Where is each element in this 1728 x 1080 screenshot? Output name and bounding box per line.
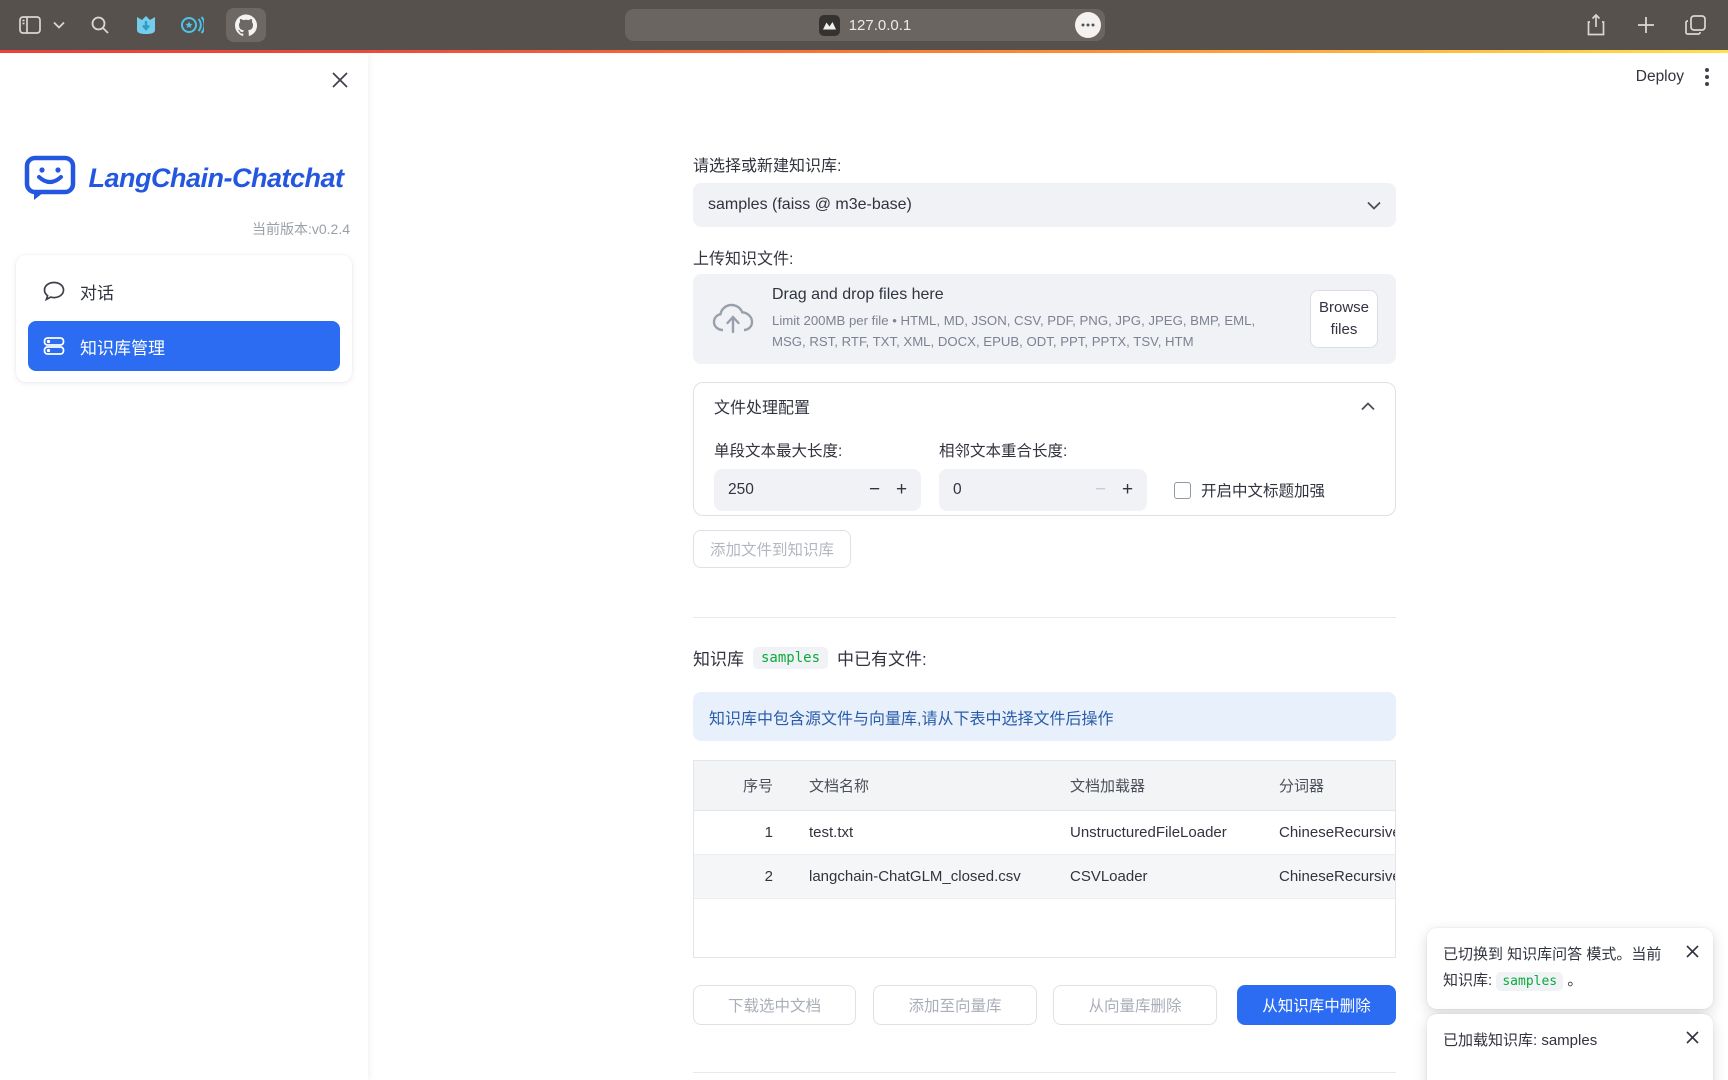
overlap-increment-button[interactable]: + [1114, 479, 1141, 501]
delete-from-kb-button[interactable]: 从知识库中删除 [1237, 985, 1396, 1025]
logo-chat-smiley-icon [24, 155, 76, 201]
toolbar-left-group [18, 0, 266, 50]
files-table: 序号 文档名称 文档加载器 分词器 1 test.txt Unstructure… [693, 760, 1396, 958]
select-chevron-down-icon [1367, 201, 1381, 210]
browse-files-button[interactable]: Browse files [1310, 290, 1378, 348]
cloud-upload-icon [711, 301, 755, 337]
bookmark-extension-icon[interactable] [134, 13, 158, 37]
sidebar-item-knowledge-base[interactable]: 知识库管理 [28, 321, 340, 371]
col-docname: 文档名称 [793, 775, 1054, 796]
chunk-size-decrement-button[interactable]: − [861, 479, 888, 501]
content-column: 请选择或新建知识库: samples (faiss @ m3e-base) 上传… [693, 53, 1396, 1073]
table-header: 序号 文档名称 文档加载器 分词器 [694, 761, 1395, 811]
github-icon[interactable] [226, 8, 266, 42]
checkbox-box[interactable] [1174, 482, 1191, 499]
app-version: 当前版本:v0.2.4 [252, 219, 350, 239]
col-index: 序号 [694, 775, 793, 796]
new-tab-icon[interactable] [1634, 13, 1658, 37]
chat-bubble-icon [43, 281, 65, 301]
dropzone-title: Drag and drop files here [772, 286, 1293, 304]
share-icon[interactable] [1584, 13, 1608, 37]
deploy-button[interactable]: Deploy [1636, 68, 1684, 86]
checkbox-label: 开启中文标题加强 [1201, 479, 1325, 501]
sidebar-menu: 对话 知识库管理 [16, 255, 352, 382]
add-to-vectorstore-button[interactable]: 添加至向量库 [873, 985, 1037, 1025]
table-row[interactable]: 1 test.txt UnstructuredFileLoader Chines… [694, 811, 1395, 855]
sidebar-toggle-icon[interactable] [18, 13, 42, 37]
file-dropzone[interactable]: Drag and drop files here Limit 200MB per… [693, 274, 1396, 364]
config-labels-row: 单段文本最大长度: 相邻文本重合长度: [714, 439, 1375, 461]
chunk-size-label: 单段文本最大长度: [714, 439, 939, 461]
upload-label: 上传知识文件: [693, 245, 1396, 269]
add-files-to-kb-button[interactable]: 添加文件到知识库 [693, 530, 851, 568]
dropzone-text: Drag and drop files here Limit 200MB per… [772, 286, 1293, 352]
sidebar-close-icon[interactable] [328, 68, 352, 92]
url-extensions-button[interactable] [1075, 12, 1101, 38]
overlap-decrement-button[interactable]: − [1087, 479, 1114, 501]
toast-kb-code: samples [1496, 972, 1563, 991]
toast-close-icon[interactable] [1684, 943, 1700, 959]
toolbar-right-group [1584, 0, 1708, 50]
overlap-value: 0 [953, 481, 962, 499]
kb-select-value: samples (faiss @ m3e-base) [708, 196, 1367, 214]
search-icon[interactable] [88, 13, 112, 37]
info-banner: 知识库中包含源文件与向量库,请从下表中选择文件后操作 [693, 692, 1396, 741]
chunk-size-input[interactable]: 250 − + [714, 469, 921, 511]
table-row[interactable]: 2 langchain-ChatGLM_closed.csv CSVLoader… [694, 855, 1395, 899]
file-config-expander: 文件处理配置 单段文本最大长度: 相邻文本重合长度: 250 − + [693, 382, 1396, 516]
toast-close-icon[interactable] [1684, 1029, 1700, 1045]
chunk-size-value: 250 [728, 481, 754, 499]
url-bar[interactable]: 127.0.0.1 [625, 9, 1105, 41]
table-actions: 下载选中文档 添加至向量库 从向量库删除 从知识库中删除 [693, 985, 1396, 1025]
kb-select[interactable]: samples (faiss @ m3e-base) [693, 183, 1396, 227]
chunk-size-increment-button[interactable]: + [888, 479, 915, 501]
divider [693, 617, 1396, 618]
kb-name-code: samples [753, 647, 828, 669]
streamlit-favicon [819, 15, 840, 36]
url-text: 127.0.0.1 [849, 17, 912, 34]
toast-mode-switched: 已切换到 知识库问答 模式。当前知识库: samples 。 [1427, 928, 1713, 1009]
overlap-input[interactable]: 0 − + [939, 469, 1147, 511]
screen: 127.0.0.1 [0, 0, 1728, 1080]
tab-overview-icon[interactable] [1684, 13, 1708, 37]
app-logo: LangChain-Chatchat [0, 155, 368, 201]
rings-extension-icon[interactable] [180, 13, 204, 37]
sidebar-item-label: 知识库管理 [80, 334, 165, 359]
sidebar-item-label: 对话 [80, 279, 114, 304]
expander-header[interactable]: 文件处理配置 [714, 383, 1375, 429]
delete-from-vectorstore-button[interactable]: 从向量库删除 [1053, 985, 1217, 1025]
overlap-label: 相邻文本重合长度: [939, 439, 1067, 461]
config-inputs-row: 250 − + 0 − + 开启中文标题加强 [714, 469, 1375, 511]
expander-title: 文件处理配置 [714, 394, 810, 418]
kb-files-heading: 知识库 samples 中已有文件: [693, 645, 1396, 670]
download-selected-button[interactable]: 下载选中文档 [693, 985, 856, 1025]
zh-title-enhance-checkbox[interactable]: 开启中文标题加强 [1174, 479, 1325, 501]
kb-select-label: 请选择或新建知识库: [693, 152, 1396, 176]
browser-toolbar: 127.0.0.1 [0, 0, 1728, 50]
col-loader: 文档加载器 [1054, 775, 1263, 796]
sidebar: LangChain-Chatchat 当前版本:v0.2.4 对话 [0, 53, 368, 1080]
chevron-down-icon[interactable] [52, 13, 66, 37]
main-area: Deploy 请选择或新建知识库: samples (faiss @ m3e-b… [368, 53, 1728, 1080]
streamlit-header: Deploy [1636, 67, 1710, 87]
dropzone-limit: Limit 200MB per file • HTML, MD, JSON, C… [772, 311, 1277, 352]
col-splitter: 分词器 [1263, 775, 1395, 796]
toast-kb-loaded: 已加载知识库: samples [1427, 1014, 1713, 1080]
logo-text: LangChain-Chatchat [88, 163, 343, 194]
chevron-up-icon [1361, 402, 1375, 411]
divider [693, 1072, 1396, 1073]
main-menu-icon[interactable] [1704, 67, 1710, 87]
sidebar-item-chat[interactable]: 对话 [28, 266, 340, 316]
database-stack-icon [43, 336, 65, 356]
